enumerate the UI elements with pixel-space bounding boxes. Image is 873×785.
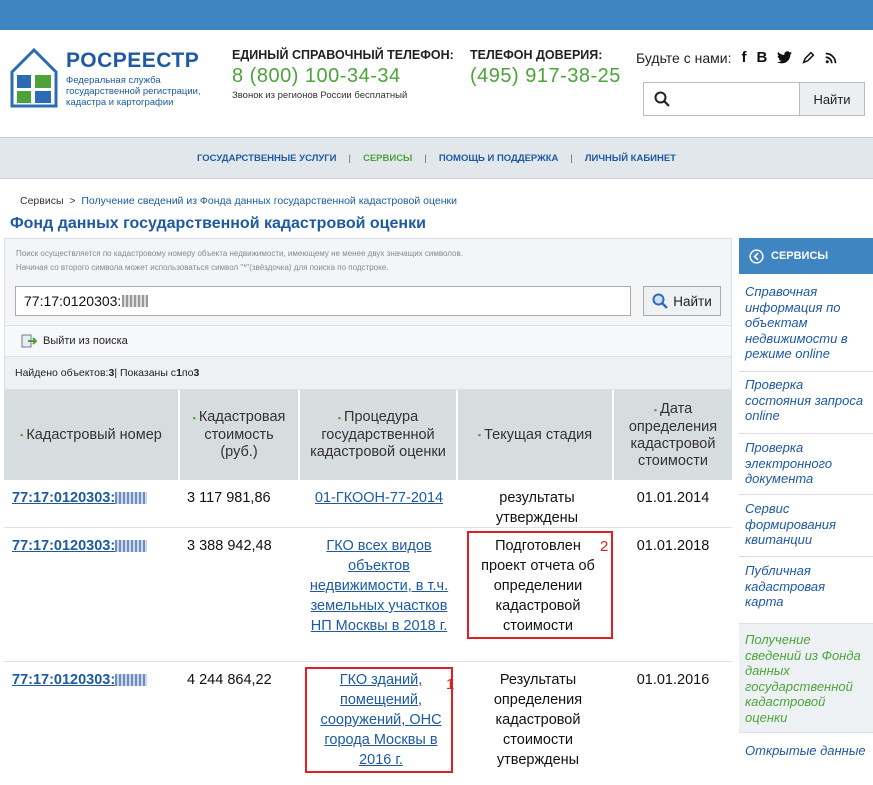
- twitter-icon[interactable]: [777, 51, 793, 64]
- chevron-left-circle-icon: [749, 248, 764, 264]
- breadcrumb-root[interactable]: Сервисы: [20, 195, 64, 207]
- nav-item-help[interactable]: ПОМОЩЬ И ПОДДЕРЖКА: [439, 153, 559, 164]
- site-search: Найти: [643, 82, 865, 116]
- annotation-label-2: 2: [600, 538, 609, 555]
- find-button[interactable]: Найти: [643, 286, 721, 316]
- cadastral-cost: 4 244 864,22: [187, 672, 272, 688]
- col-procedure[interactable]: ▪ Процедура государственной кадастровой о…: [300, 390, 458, 480]
- breadcrumb: Сервисы > Получение сведений из Фонда да…: [20, 195, 457, 207]
- exit-icon: [21, 334, 37, 348]
- col-cadastral-cost[interactable]: ▪ Кадастровая стоимость (руб.): [180, 390, 300, 480]
- procedure-link[interactable]: ГКО всех видов объектов недвижимости, в …: [306, 536, 452, 636]
- nav-item-services-gov[interactable]: ГОСУДАРСТВЕННЫЕ УСЛУГИ: [197, 153, 337, 164]
- rosreestr-logo-icon[interactable]: [8, 42, 60, 110]
- sidebar-item-open-data[interactable]: Открытые данные: [739, 743, 873, 759]
- nav-item-services[interactable]: СЕРВИСЫ: [363, 153, 412, 164]
- pen-icon[interactable]: [802, 51, 815, 64]
- breadcrumb-current[interactable]: Получение сведений из Фонда данных госуд…: [81, 195, 457, 207]
- query-value: 77:17:0120303:: [24, 293, 122, 309]
- hotline-number: 8 (800) 100-34-34: [232, 65, 401, 87]
- valuation-date: 01.01.2018: [636, 538, 710, 554]
- nav-item-cabinet[interactable]: ЛИЧНЫЙ КАБИНЕТ: [585, 153, 676, 164]
- col-stage[interactable]: ▪ Текущая стадия: [458, 390, 614, 480]
- top-bar: [0, 0, 873, 30]
- search-hint-2: Начиная со второго символа может использ…: [16, 263, 389, 272]
- sidebar-item-receipt[interactable]: Сервис формирования квитанции: [739, 501, 873, 548]
- services-sidebar: СЕРВИСЫ Справочная информация по объекта…: [739, 238, 873, 785]
- current-stage: Результаты определения кадастровой стоим…: [493, 672, 583, 768]
- main-nav: ГОСУДАРСТВЕННЫЕ УСЛУГИ | СЕРВИСЫ | ПОМОЩ…: [0, 137, 873, 179]
- hotline-note: Звонок из регионов России бесплатный: [232, 90, 408, 101]
- sidebar-title: СЕРВИСЫ: [771, 250, 829, 262]
- sidebar-item-request-status[interactable]: Проверка состояния запроса online: [739, 377, 873, 424]
- exit-search-label: Выйти из поиска: [43, 335, 128, 347]
- sidebar-header[interactable]: СЕРВИСЫ: [739, 238, 873, 274]
- cadastral-number-link[interactable]: 77:17:0120303:: [12, 488, 148, 508]
- current-stage: результаты утверждены: [495, 490, 579, 526]
- site-search-button[interactable]: Найти: [799, 83, 864, 115]
- search-icon: [652, 293, 669, 309]
- valuation-date: 01.01.2014: [636, 490, 710, 506]
- results-summary: Найдено объектов: 3 | Показаны с 1 по 3: [4, 356, 732, 390]
- page-title: Фонд данных государственной кадастровой …: [10, 215, 426, 232]
- trust-phone-number: (495) 917-38-25: [470, 65, 621, 87]
- search-icon: [654, 91, 670, 107]
- redacted-digits: [122, 295, 149, 307]
- site-search-input[interactable]: [644, 83, 799, 115]
- col-date[interactable]: ▪ Дата определения кадастровой стоимости: [614, 390, 732, 480]
- annotation-label-1: 1: [446, 676, 455, 693]
- logo-subtitle: Федеральная служба государственной регис…: [66, 75, 201, 108]
- table-row: 77:17:0120303: 4 244 864,22 ГКО зданий, …: [4, 662, 732, 777]
- hotline-block: ЕДИНЫЙ СПРАВОЧНЫЙ ТЕЛЕФОН: 8 (800) 100-3…: [232, 48, 454, 101]
- annotation-box-2: [467, 531, 613, 639]
- search-panel: Поиск осуществляется по кадастровому ном…: [4, 238, 732, 326]
- breadcrumb-separator: >: [69, 195, 76, 207]
- sidebar-item-check-document[interactable]: Проверка электронного документа: [739, 440, 873, 487]
- find-button-label: Найти: [673, 293, 712, 309]
- valuation-date: 01.01.2016: [636, 672, 710, 688]
- sidebar-item-reference-info[interactable]: Справочная информация по объектам недвиж…: [739, 284, 873, 362]
- social-label: Будьте с нами:: [636, 49, 732, 66]
- cadastral-number-link[interactable]: 77:17:0120303:: [12, 536, 148, 556]
- cadastral-number-link[interactable]: 77:17:0120303:: [12, 670, 148, 690]
- facebook-icon[interactable]: f: [741, 49, 746, 66]
- sidebar-item-valuation-fund[interactable]: Получение сведений из Фонда данных госуд…: [739, 624, 873, 733]
- logo-title[interactable]: РОСРЕЕСТР: [66, 49, 199, 73]
- cadastral-cost: 3 117 981,86: [187, 490, 271, 506]
- col-cadastral-number[interactable]: ▪ Кадастровый номер: [4, 390, 180, 480]
- rss-icon[interactable]: [825, 52, 837, 64]
- table-row: 77:17:0120303: 3 117 981,86 01-ГКООН-77-…: [4, 480, 732, 528]
- table-header: ▪ Кадастровый номер ▪ Кадастровая стоимост…: [4, 390, 732, 480]
- exit-search-row[interactable]: Выйти из поиска: [4, 326, 732, 356]
- cadastral-search-input[interactable]: 77:17:0120303:: [15, 286, 631, 316]
- table-row: 77:17:0120303: 3 388 942,48 ГКО всех вид…: [4, 528, 732, 662]
- social-links: Будьте с нами: f B: [636, 49, 837, 66]
- trust-phone-label: ТЕЛЕФОН ДОВЕРИЯ:: [470, 48, 603, 62]
- trust-phone-block: ТЕЛЕФОН ДОВЕРИЯ: (495) 917-38-25: [470, 48, 621, 88]
- annotation-box-1: [305, 667, 453, 773]
- vk-icon[interactable]: B: [756, 49, 767, 66]
- procedure-link[interactable]: 01-ГКООН-77-2014: [304, 488, 454, 508]
- sidebar-item-cadastral-map[interactable]: Публичная кадастровая карта: [739, 563, 873, 610]
- cadastral-cost: 3 388 942,48: [187, 538, 272, 554]
- site-header: РОСРЕЕСТР Федеральная служба государстве…: [0, 30, 873, 130]
- search-hint-1: Поиск осуществляется по кадастровому ном…: [16, 249, 463, 258]
- hotline-label: ЕДИНЫЙ СПРАВОЧНЫЙ ТЕЛЕФОН:: [232, 48, 454, 62]
